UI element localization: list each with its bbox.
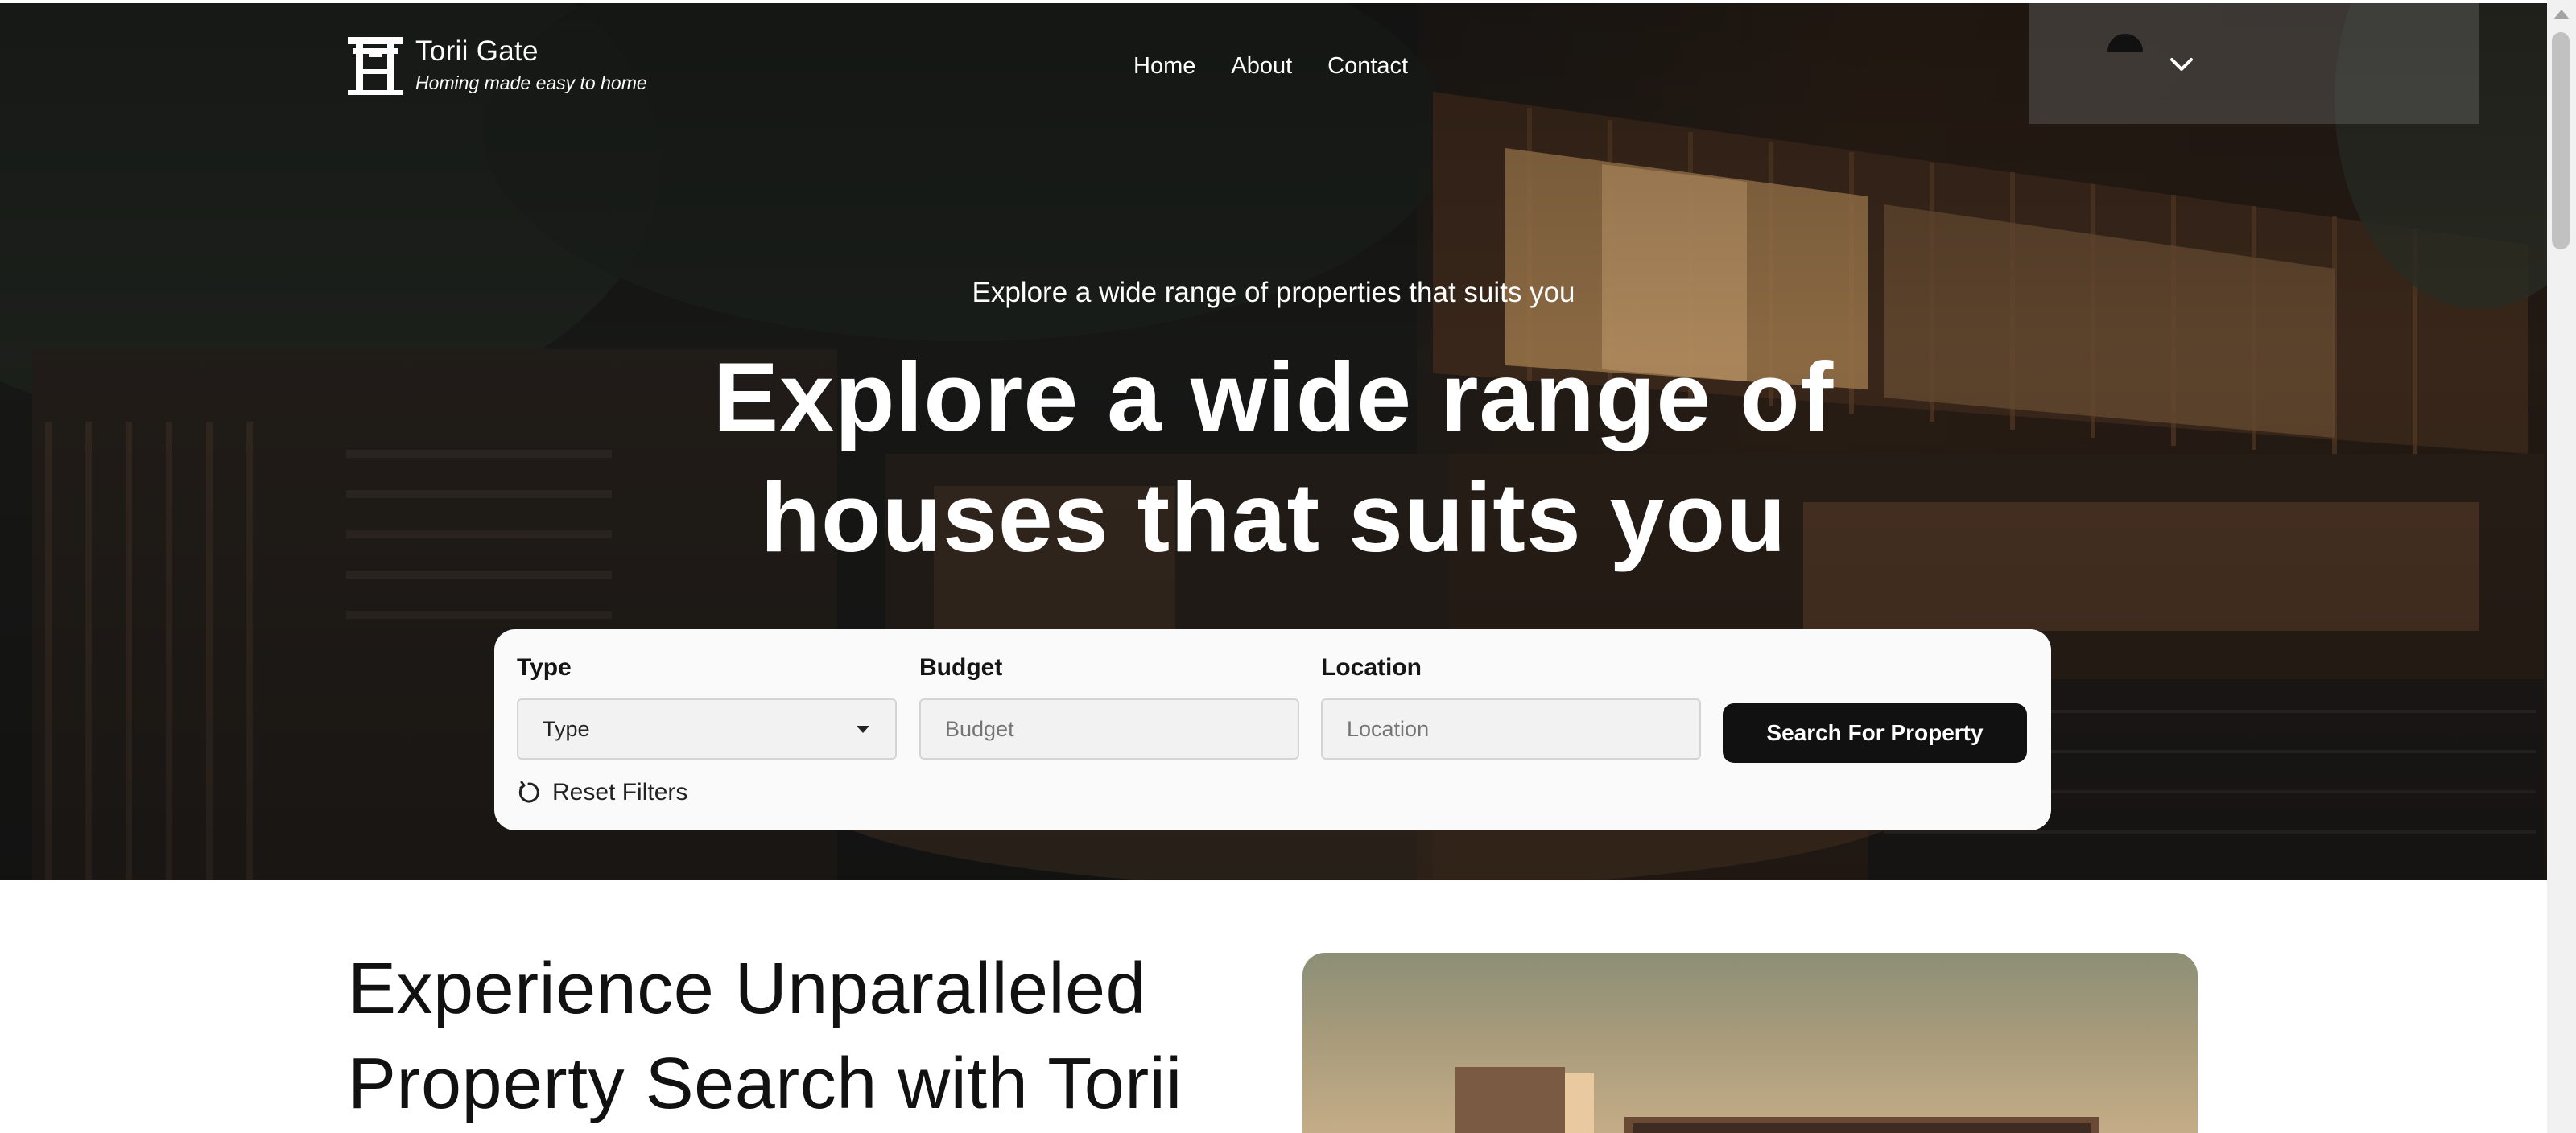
location-input[interactable]	[1321, 698, 1701, 760]
type-field: Type Type	[517, 652, 897, 760]
chevron-down-icon[interactable]	[2169, 55, 2194, 74]
scrollbar-thumb[interactable]	[2552, 32, 2570, 249]
budget-label: Budget	[919, 654, 1003, 681]
section-title-line-1: Experience Unparalleled	[348, 949, 1147, 1029]
hero-section: Torii Gate Homing made easy to home Home…	[0, 3, 2547, 880]
brand-name: Torii Gate	[415, 35, 539, 67]
hero-title-line-1: Explore a wide range of	[712, 342, 1835, 451]
navbar: Torii Gate Homing made easy to home Home…	[0, 3, 2547, 124]
nav-link-contact[interactable]: Contact	[1327, 50, 1408, 82]
hero-title: Explore a wide range of houses that suit…	[0, 336, 2547, 578]
type-select-value: Type	[543, 716, 590, 741]
nav-link-home[interactable]: Home	[1133, 50, 1195, 82]
search-button[interactable]: Search For Property	[1723, 703, 2027, 763]
section-title-line-2: Property Search with Torii	[348, 1044, 1183, 1124]
brand-logo-link[interactable]: Torii Gate Homing made easy to home	[348, 34, 647, 95]
reset-filters-button[interactable]: Reset Filters	[517, 779, 687, 806]
property-search-form: Type Type Budget Location Search For Pro…	[494, 629, 2051, 830]
nav-link-about[interactable]: About	[1231, 50, 1292, 82]
torii-gate-icon	[348, 37, 402, 95]
navbar-right-panel	[2029, 3, 2479, 124]
feature-image	[1302, 953, 2198, 1133]
hero-title-line-2: houses that suits you	[760, 463, 1787, 572]
avatar[interactable]	[2107, 34, 2143, 52]
scroll-up-arrow-icon[interactable]	[2553, 10, 2570, 19]
hero-eyebrow: Explore a wide range of properties that …	[972, 277, 1575, 308]
reset-filters-label: Reset Filters	[552, 779, 688, 805]
type-label: Type	[517, 654, 572, 681]
budget-input[interactable]	[919, 698, 1299, 760]
brand-tagline: Homing made easy to home	[415, 72, 647, 93]
caret-down-icon	[857, 725, 869, 733]
main-nav: Home About Contact	[1133, 50, 1408, 82]
location-label: Location	[1321, 654, 1422, 681]
reset-icon	[518, 781, 539, 803]
feature-house-illustration	[1455, 1067, 2099, 1133]
location-field: Location	[1321, 652, 1701, 760]
section-title: Experience Unparalleled Property Search …	[348, 941, 1314, 1131]
budget-field: Budget	[919, 652, 1299, 760]
type-select[interactable]: Type	[517, 698, 897, 760]
